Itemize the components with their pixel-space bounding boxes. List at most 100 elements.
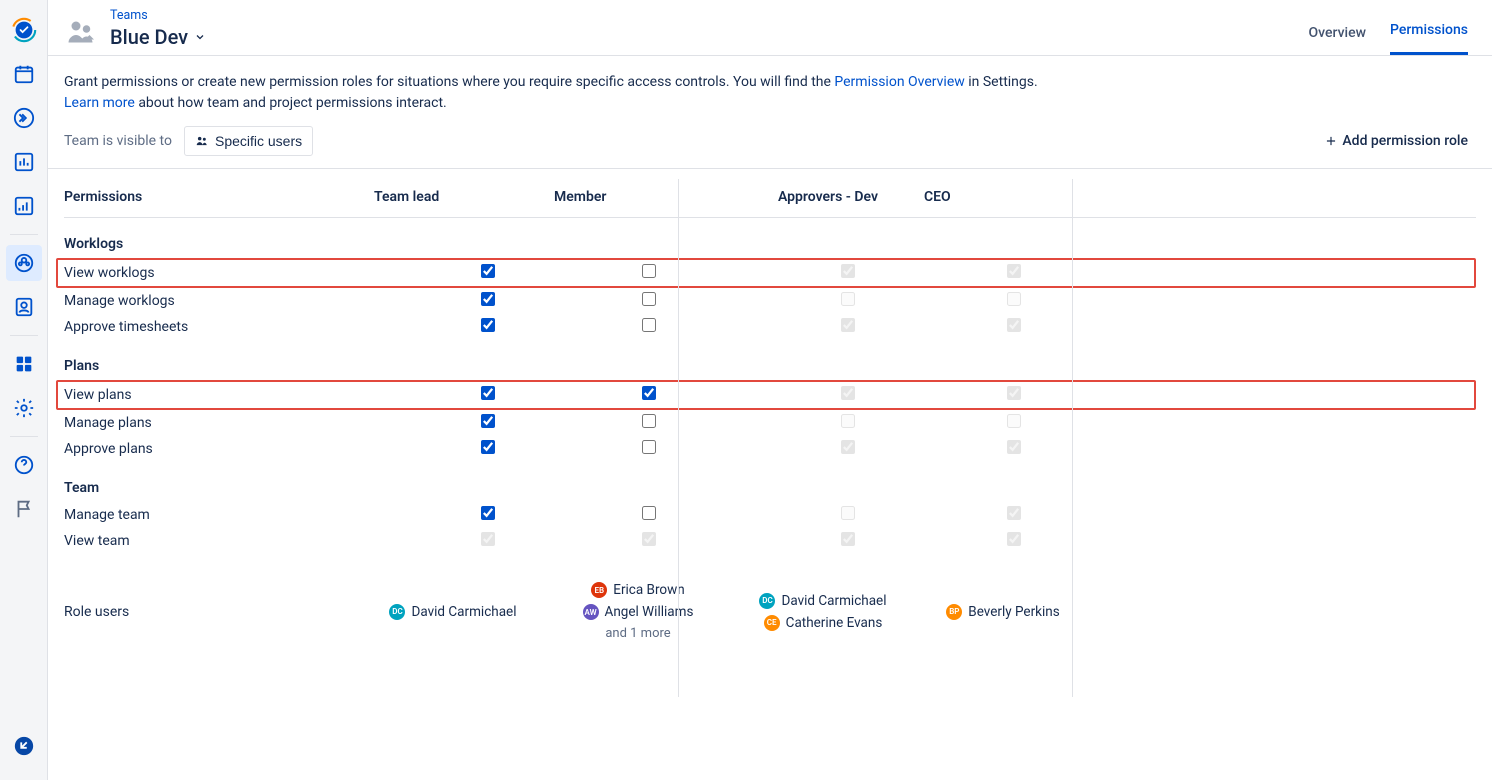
cb-manage-worklogs-ceo — [1007, 292, 1021, 306]
desc-text-1: Grant permissions or create new permissi… — [64, 74, 834, 90]
perm-label: Manage team — [64, 507, 374, 523]
cb-approve-plans-approvers — [841, 440, 855, 454]
sidebar-divider — [10, 436, 38, 437]
report-bar-icon[interactable] — [6, 144, 42, 180]
cb-approve-timesheets-ceo — [1007, 318, 1021, 332]
perm-label: Manage worklogs — [64, 293, 374, 309]
tab-overview[interactable]: Overview — [1309, 11, 1366, 55]
cb-view-worklogs-approvers — [841, 264, 855, 278]
section-plans: Plans — [64, 340, 1476, 380]
learn-more-link[interactable]: Learn more — [64, 95, 135, 111]
breadcrumb-teams[interactable]: Teams — [110, 10, 206, 23]
avatar: BP — [946, 604, 962, 620]
row-approve-plans: Approve plans — [64, 436, 1476, 462]
specific-users-button[interactable]: Specific users — [184, 126, 313, 156]
sidebar — [0, 0, 48, 780]
flag-icon[interactable] — [6, 491, 42, 527]
cb-manage-plans-approvers — [841, 414, 855, 428]
row-view-worklogs: View worklogs — [56, 258, 1476, 288]
users-ceo: BP Beverly Perkins — [924, 604, 1104, 620]
cb-view-plans-approvers — [841, 386, 855, 400]
avatar: DC — [759, 593, 775, 609]
avatar: CE — [764, 615, 780, 631]
cb-manage-team-ceo — [1007, 506, 1021, 520]
section-team: Team — [64, 462, 1476, 502]
user-icon[interactable] — [6, 289, 42, 325]
cb-manage-worklogs-approvers — [841, 292, 855, 306]
user-chip[interactable]: DCDavid Carmichael — [389, 604, 516, 620]
desc-text-3: about how team and project permissions i… — [138, 95, 446, 111]
cb-manage-worklogs-lead[interactable] — [481, 292, 495, 306]
user-chip[interactable]: BP Beverly Perkins — [946, 604, 1059, 620]
expand-icon[interactable] — [6, 100, 42, 136]
cb-approve-plans-lead[interactable] — [481, 440, 495, 454]
sidebar-divider — [10, 234, 38, 235]
cb-manage-worklogs-member[interactable] — [642, 292, 656, 306]
cb-approve-timesheets-lead[interactable] — [481, 318, 495, 332]
user-name: Beverly Perkins — [968, 604, 1059, 620]
cb-approve-plans-ceo — [1007, 440, 1021, 454]
team-name-label: Blue Dev — [110, 25, 188, 49]
page-header: Teams Blue Dev Overview Permissions — [48, 0, 1492, 56]
cb-manage-team-approvers — [841, 506, 855, 520]
users-approvers: DCDavid Carmichael CECatherine Evans — [744, 593, 924, 631]
add-permission-role-button[interactable]: Add permission role — [1324, 133, 1468, 149]
settings-icon[interactable] — [6, 390, 42, 426]
users-team-lead: DCDavid Carmichael — [374, 604, 554, 620]
section-worklogs: Worklogs — [64, 218, 1476, 258]
row-view-plans: View plans — [56, 380, 1476, 410]
users-member: EBErica Brown AW Angel Williams and 1 more — [554, 582, 744, 641]
team-name-dropdown[interactable]: Blue Dev — [110, 25, 206, 49]
plus-icon — [1324, 134, 1338, 148]
permission-overview-link[interactable]: Permission Overview — [834, 74, 964, 90]
cb-manage-plans-member[interactable] — [642, 414, 656, 428]
apps-icon[interactable] — [6, 346, 42, 382]
perm-label: View plans — [64, 387, 374, 403]
cb-view-worklogs-member[interactable] — [642, 264, 656, 278]
col-ceo: CEO — [924, 189, 1104, 205]
and-more-link[interactable]: and 1 more — [605, 626, 670, 641]
logo-icon[interactable] — [6, 12, 42, 48]
cb-manage-team-member[interactable] — [642, 506, 656, 520]
perm-label: View worklogs — [64, 265, 374, 281]
cb-view-plans-lead[interactable] — [481, 386, 495, 400]
perm-label: Manage plans — [64, 415, 374, 431]
cb-view-team-ceo — [1007, 532, 1021, 546]
calendar-icon[interactable] — [6, 56, 42, 92]
description-text: Grant permissions or create new permissi… — [48, 56, 1492, 118]
avatar: DC — [389, 604, 405, 620]
perm-label: Approve plans — [64, 441, 374, 457]
avatar: AW — [583, 604, 599, 620]
cb-view-team-approvers — [841, 532, 855, 546]
col-permissions: Permissions — [64, 189, 374, 205]
teams-icon[interactable] — [6, 245, 42, 281]
user-chip[interactable]: AW Angel Williams — [583, 604, 694, 620]
cb-view-plans-member[interactable] — [642, 386, 656, 400]
row-manage-plans: Manage plans — [64, 410, 1476, 436]
col-member: Member — [554, 189, 744, 205]
user-name: Angel Williams — [605, 604, 694, 620]
cb-manage-plans-ceo — [1007, 414, 1021, 428]
user-chip[interactable]: EBErica Brown — [591, 582, 684, 598]
perm-label: View team — [64, 533, 374, 549]
cb-manage-team-lead[interactable] — [481, 506, 495, 520]
visibility-label: Team is visible to — [64, 133, 172, 149]
controls-row: Team is visible to Specific users Add pe… — [48, 118, 1492, 169]
cb-view-team-lead — [481, 532, 495, 546]
user-chip[interactable]: CECatherine Evans — [764, 615, 883, 631]
chevron-down-icon — [194, 31, 206, 43]
user-chip[interactable]: DCDavid Carmichael — [759, 593, 886, 609]
cb-approve-plans-member[interactable] — [642, 440, 656, 454]
cb-view-worklogs-lead[interactable] — [481, 264, 495, 278]
users-icon — [195, 134, 209, 148]
cb-manage-plans-lead[interactable] — [481, 414, 495, 428]
help-icon[interactable] — [6, 447, 42, 483]
role-users-label: Role users — [64, 604, 374, 620]
role-users-row: Role users DCDavid Carmichael EBErica Br… — [64, 554, 1476, 641]
sidebar-divider — [10, 335, 38, 336]
pin-icon[interactable] — [6, 728, 42, 764]
tab-permissions[interactable]: Permissions — [1390, 8, 1468, 55]
report-chart-icon[interactable] — [6, 188, 42, 224]
table-header: Permissions Team lead Member Approvers -… — [64, 181, 1476, 218]
cb-approve-timesheets-member[interactable] — [642, 318, 656, 332]
